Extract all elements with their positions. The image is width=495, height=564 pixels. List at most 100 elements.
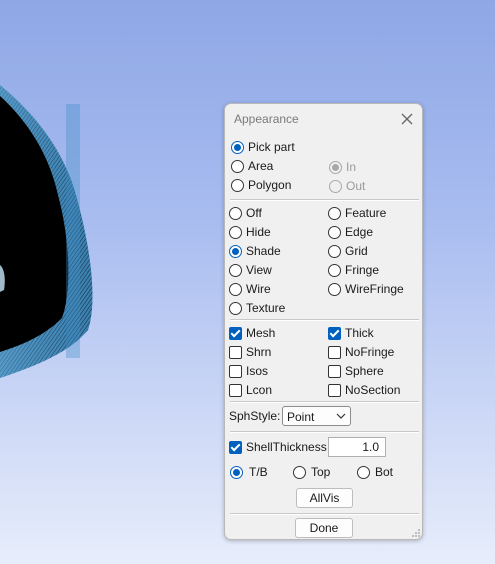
radio-off[interactable]: Off (229, 204, 262, 222)
radio-label: Area (248, 159, 274, 173)
separator (230, 431, 419, 433)
radio-label: Edge (345, 225, 374, 239)
radio-hide[interactable]: Hide (229, 223, 271, 241)
radio-label: Off (246, 206, 262, 220)
radio-label: Polygon (248, 178, 292, 192)
sphstyle-label: SphStyle: (229, 407, 280, 425)
radio-indicator[interactable] (229, 206, 242, 220)
radio-indicator[interactable] (328, 282, 341, 296)
radio-indicator[interactable] (293, 465, 306, 479)
radio-top[interactable]: Top (293, 463, 330, 481)
checkbox-label: NoFringe (345, 345, 395, 359)
radio-indicator[interactable] (229, 263, 242, 277)
separator (230, 319, 419, 321)
radio-indicator (329, 160, 342, 174)
checkbox-shellthickness[interactable]: ShellThickness (229, 438, 327, 456)
radio-area[interactable]: Area (231, 157, 273, 175)
radio-indicator[interactable] (328, 206, 341, 220)
radio-grid[interactable]: Grid (328, 242, 368, 260)
radio-indicator[interactable] (328, 244, 341, 258)
radio-label: Grid (345, 244, 368, 258)
appearance-dialog: Appearance Pick part Area In Polygon Out… (224, 103, 423, 540)
radio-wire[interactable]: Wire (229, 280, 271, 298)
radio-label: Out (346, 179, 366, 193)
radio-edge[interactable]: Edge (328, 223, 373, 241)
checkbox-label: Shrn (246, 345, 272, 359)
radio-label: In (346, 160, 357, 174)
radio-indicator[interactable] (328, 225, 341, 239)
radio-indicator[interactable] (357, 465, 370, 479)
radio-label: Bot (375, 465, 394, 479)
checkbox-lcon[interactable]: Lcon (229, 381, 272, 399)
resize-grip-icon[interactable] (411, 528, 421, 538)
checkbox-label: Sphere (345, 364, 384, 378)
radio-label: Feature (345, 206, 387, 220)
checkbox-indicator[interactable] (328, 383, 341, 397)
radio-label: Shade (246, 244, 281, 258)
close-icon[interactable] (397, 109, 417, 129)
checkbox-label: NoSection (345, 383, 401, 397)
checkbox-label: Isos (246, 364, 269, 378)
radio-indicator[interactable] (231, 140, 244, 154)
sphstyle-select[interactable]: Point (282, 406, 351, 426)
chevron-down-icon (336, 413, 346, 419)
done-button[interactable]: Done (295, 518, 353, 538)
checkbox-label: Thick (345, 326, 374, 340)
radio-label: Texture (246, 301, 286, 315)
separator (230, 401, 419, 403)
radio-label: T/B (249, 465, 268, 479)
checkbox-indicator[interactable] (328, 345, 341, 359)
radio-shade[interactable]: Shade (229, 242, 281, 260)
checkbox-nofringe[interactable]: NoFringe (328, 343, 394, 361)
radio-feature[interactable]: Feature (328, 204, 386, 222)
radio-label: Hide (246, 225, 271, 239)
radio-indicator (329, 179, 342, 193)
radio-wirefringe[interactable]: WireFringe (328, 280, 404, 298)
checkbox-indicator[interactable] (328, 364, 341, 378)
radio-indicator[interactable] (229, 301, 242, 315)
radio-in: In (329, 158, 356, 176)
radio-label: Wire (246, 282, 271, 296)
radio-indicator[interactable] (229, 244, 242, 258)
checkbox-indicator[interactable] (328, 326, 341, 340)
checkbox-indicator[interactable] (229, 326, 242, 340)
checkbox-indicator[interactable] (229, 383, 242, 397)
sphstyle-value: Point (287, 410, 315, 424)
radio-view[interactable]: View (229, 261, 272, 279)
shell-thickness-input[interactable]: 1.0 (328, 437, 386, 457)
checkbox-shrn[interactable]: Shrn (229, 343, 271, 361)
radio-label: Pick part (248, 140, 295, 154)
checkbox-indicator[interactable] (229, 345, 242, 359)
radio-pick-part[interactable]: Pick part (231, 138, 295, 156)
radio-indicator[interactable] (230, 465, 243, 479)
checkbox-indicator[interactable] (229, 364, 242, 378)
radio-bot[interactable]: Bot (357, 463, 393, 481)
radio-label: Fringe (345, 263, 380, 277)
radio-texture[interactable]: Texture (229, 299, 285, 317)
sphstyle-label-text: SphStyle: (229, 409, 281, 423)
checkbox-label: ShellThickness (246, 440, 327, 454)
radio-indicator[interactable] (231, 178, 244, 192)
radio-indicator[interactable] (231, 159, 244, 173)
separator (230, 513, 419, 515)
checkbox-isos[interactable]: Isos (229, 362, 268, 380)
allvis-button[interactable]: AllVis (296, 488, 353, 508)
radio-indicator[interactable] (229, 282, 242, 296)
radio-label: Top (311, 465, 331, 479)
checkbox-label: Lcon (246, 383, 273, 397)
radio-out: Out (329, 177, 365, 195)
radio-label: View (246, 263, 272, 277)
radio-fringe[interactable]: Fringe (328, 261, 379, 279)
radio-indicator[interactable] (229, 225, 242, 239)
checkbox-thick[interactable]: Thick (328, 324, 374, 342)
separator (230, 199, 419, 201)
checkbox-sphere[interactable]: Sphere (328, 362, 384, 380)
radio-tb[interactable]: T/B (230, 463, 268, 481)
checkbox-indicator[interactable] (229, 440, 242, 454)
checkbox-nosection[interactable]: NoSection (328, 381, 400, 399)
radio-label: WireFringe (345, 282, 404, 296)
checkbox-mesh[interactable]: Mesh (229, 324, 275, 342)
radio-indicator[interactable] (328, 263, 341, 277)
radio-polygon[interactable]: Polygon (231, 176, 291, 194)
dialog-titlebar[interactable]: Appearance (225, 104, 422, 134)
